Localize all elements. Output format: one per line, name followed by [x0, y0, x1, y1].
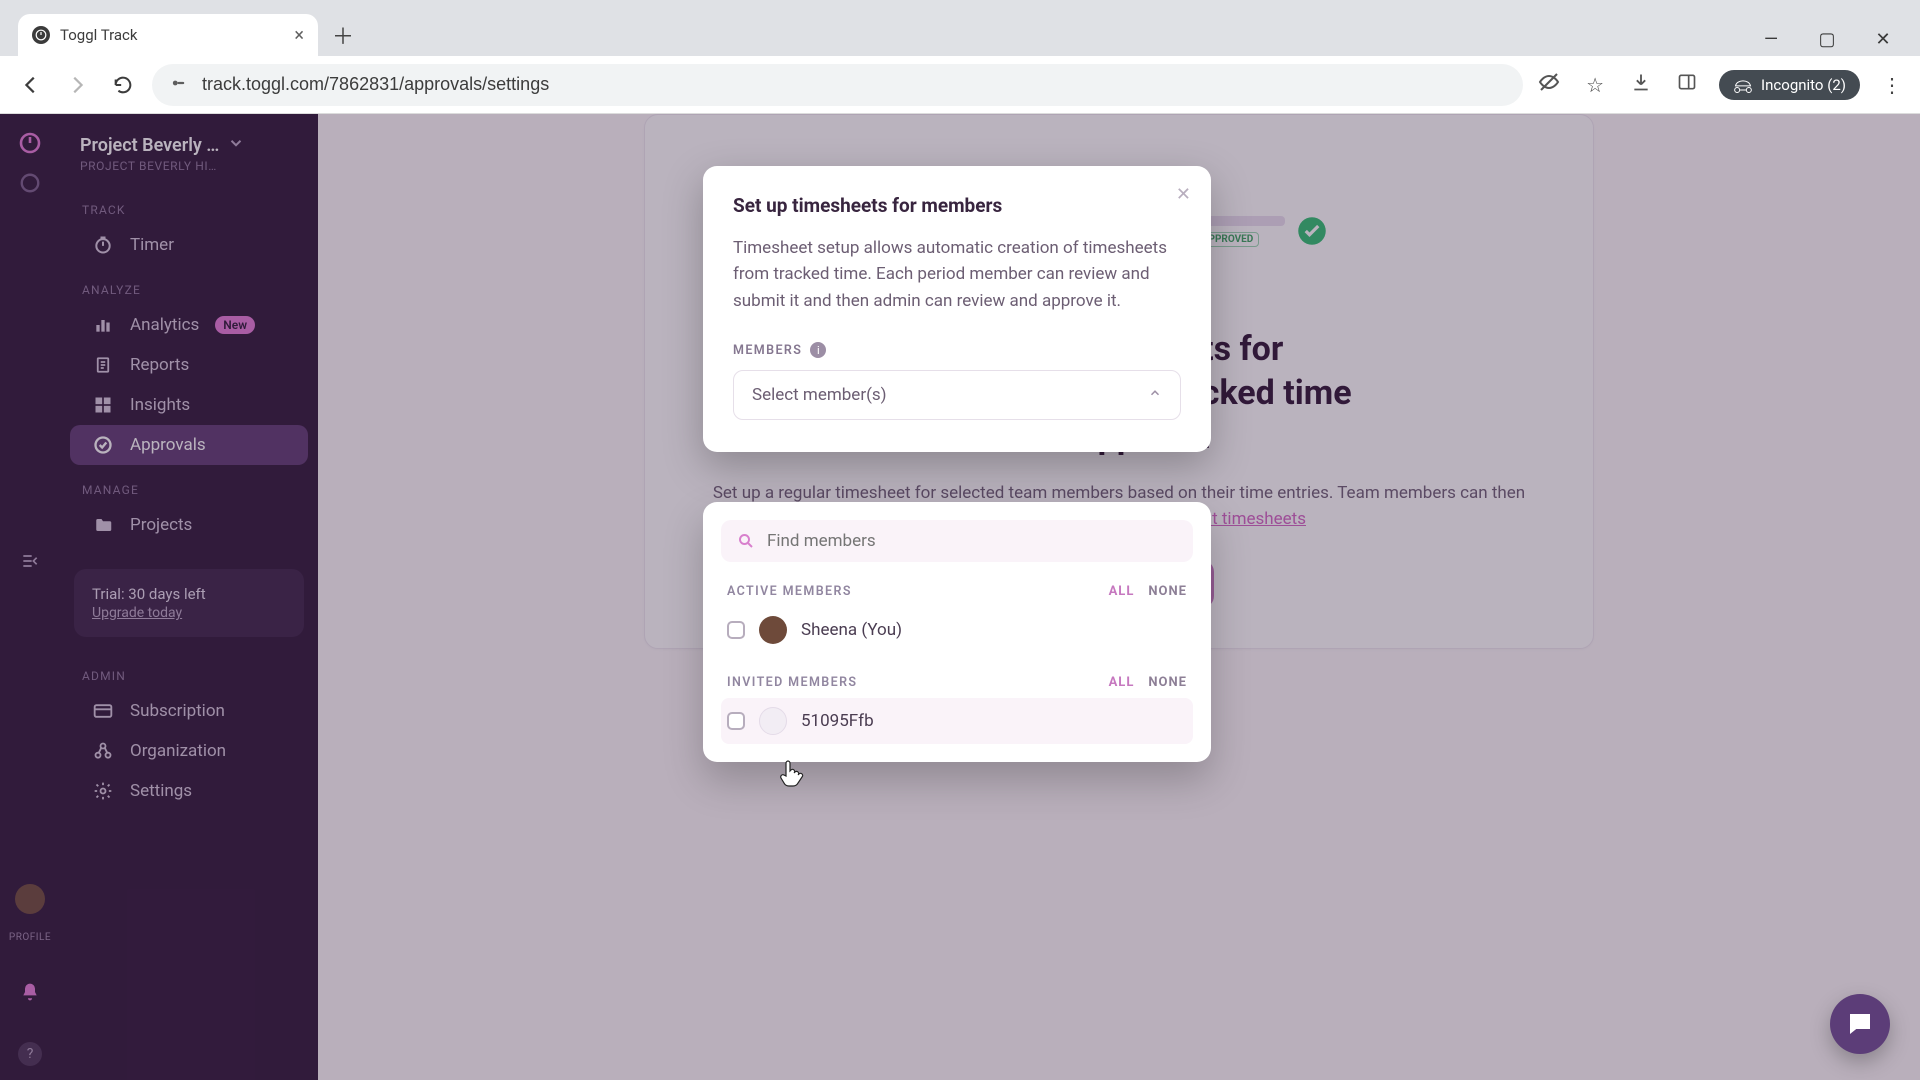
invited-members-heading: INVITED MEMBERS: [727, 675, 857, 690]
sidepanel-icon[interactable]: [1673, 72, 1701, 97]
member-select[interactable]: Select member(s): [733, 370, 1181, 420]
modal-description: Timesheet setup allows automatic creatio…: [733, 235, 1181, 314]
downloads-icon[interactable]: [1627, 72, 1655, 97]
info-icon[interactable]: i: [810, 342, 826, 358]
invited-select-all[interactable]: ALL: [1109, 675, 1135, 690]
member-search[interactable]: [721, 520, 1193, 562]
window-close-icon[interactable]: ✕: [1868, 29, 1898, 50]
reload-button[interactable]: [106, 68, 140, 102]
toggl-favicon: [32, 26, 50, 44]
member-checkbox[interactable]: [727, 712, 745, 730]
member-search-input[interactable]: [767, 531, 1177, 551]
active-select-none[interactable]: NONE: [1148, 584, 1187, 599]
eye-off-icon[interactable]: [1535, 70, 1563, 99]
select-placeholder: Select member(s): [752, 385, 887, 405]
search-icon: [737, 532, 755, 550]
active-members-heading: ACTIVE MEMBERS: [727, 584, 852, 599]
member-dropdown: ACTIVE MEMBERS ALL NONE Sheena (You) INV…: [703, 502, 1211, 762]
member-row-invited[interactable]: 51095Ffb: [721, 698, 1193, 744]
chevron-up-icon: [1148, 386, 1162, 404]
bookmark-star-icon[interactable]: ☆: [1581, 73, 1609, 97]
setup-timesheets-modal: ✕ Set up timesheets for members Timeshee…: [703, 166, 1211, 452]
forward-button[interactable]: [60, 68, 94, 102]
member-avatar-placeholder: [759, 707, 787, 735]
back-button[interactable]: [14, 68, 48, 102]
invited-select-none[interactable]: NONE: [1148, 675, 1187, 690]
browser-menu-icon[interactable]: ⋮: [1878, 73, 1906, 97]
site-lock-icon[interactable]: [170, 74, 188, 96]
members-label: MEMBERS: [733, 343, 802, 358]
browser-tab[interactable]: Toggl Track ×: [18, 14, 318, 56]
member-row-active[interactable]: Sheena (You): [721, 607, 1193, 653]
new-tab-button[interactable]: ＋: [326, 18, 360, 52]
incognito-label: Incognito (2): [1761, 76, 1846, 94]
window-minimize-icon[interactable]: ―: [1756, 29, 1786, 50]
tab-title: Toggl Track: [60, 26, 284, 44]
member-avatar: [759, 616, 787, 644]
member-name: Sheena (You): [801, 620, 902, 640]
window-maximize-icon[interactable]: ▢: [1812, 29, 1842, 50]
active-select-all[interactable]: ALL: [1109, 584, 1135, 599]
modal-close-icon[interactable]: ✕: [1176, 184, 1191, 205]
incognito-badge[interactable]: Incognito (2): [1719, 70, 1860, 100]
tab-close-icon[interactable]: ×: [294, 25, 304, 46]
address-bar[interactable]: track.toggl.com/7862831/approvals/settin…: [152, 64, 1523, 106]
member-checkbox[interactable]: [727, 621, 745, 639]
address-url: track.toggl.com/7862831/approvals/settin…: [202, 74, 549, 95]
modal-title: Set up timesheets for members: [733, 194, 1181, 217]
chat-icon: [1845, 1009, 1875, 1039]
browser-toolbar: track.toggl.com/7862831/approvals/settin…: [0, 56, 1920, 114]
intercom-launcher[interactable]: [1830, 994, 1890, 1054]
window-titlebar: Toggl Track × ＋ ― ▢ ✕: [0, 0, 1920, 56]
member-name: 51095Ffb: [801, 711, 874, 731]
